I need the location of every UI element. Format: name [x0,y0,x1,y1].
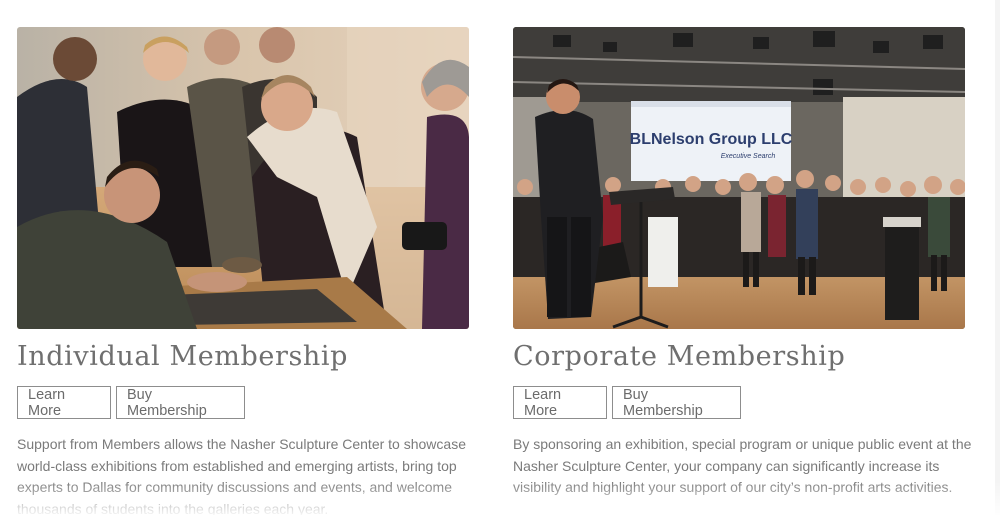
screen-sign-subtitle: Executive Search [721,153,776,160]
corporate-learn-more-button[interactable]: Learn More [513,386,607,419]
corporate-buy-membership-button[interactable]: Buy Membership [612,386,741,419]
individual-membership-card: Individual Membership Learn More Buy Mem… [17,27,469,515]
gallery-visitors-image [17,27,469,329]
corporate-membership-title: Corporate Membership [513,341,846,372]
individual-membership-title: Individual Membership [17,341,349,372]
individual-learn-more-button[interactable]: Learn More [17,386,111,419]
individual-membership-description: Support from Members allows the Nasher S… [17,436,466,515]
corporate-membership-card: BLNelson Group LLC Executive Search Corp… [513,27,971,499]
page-edge [995,0,1000,515]
corporate-membership-photo[interactable]: BLNelson Group LLC Executive Search [513,27,965,329]
corporate-event-image: BLNelson Group LLC Executive Search [513,27,965,329]
corporate-membership-actions: Learn More Buy Membership [513,386,965,419]
corporate-membership-description: By sponsoring an exhibition, special pro… [513,436,972,495]
individual-membership-actions: Learn More Buy Membership [17,386,469,419]
individual-buy-membership-button[interactable]: Buy Membership [116,386,245,419]
individual-membership-photo[interactable] [17,27,469,329]
screen-sign-title: BLNelson Group LLC [630,131,793,148]
